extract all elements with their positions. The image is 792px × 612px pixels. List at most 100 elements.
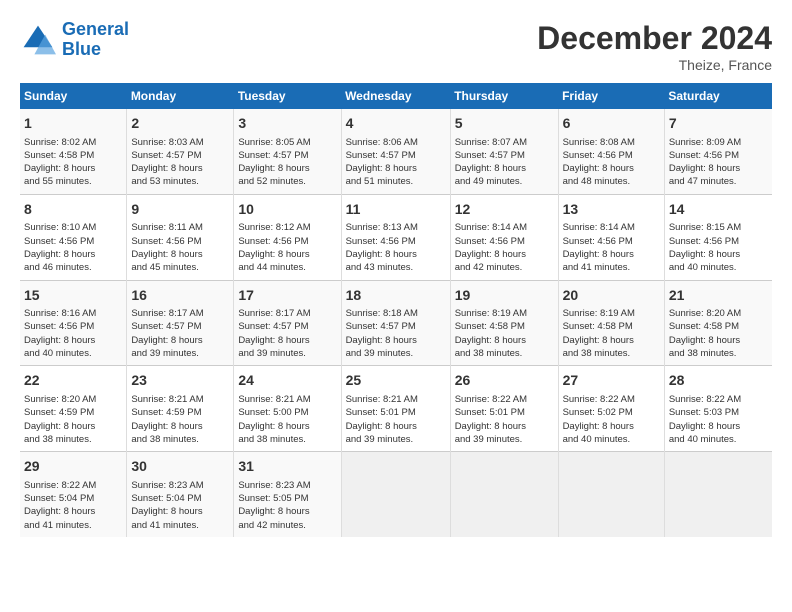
- calendar-day-cell: 22Sunrise: 8:20 AM Sunset: 4:59 PM Dayli…: [20, 366, 127, 452]
- day-info: Sunrise: 8:17 AM Sunset: 4:57 PM Dayligh…: [131, 307, 229, 360]
- day-number: 8: [24, 200, 122, 220]
- day-info: Sunrise: 8:23 AM Sunset: 5:05 PM Dayligh…: [238, 479, 336, 532]
- calendar-day-cell: 8Sunrise: 8:10 AM Sunset: 4:56 PM Daylig…: [20, 194, 127, 280]
- location: Theize, France: [537, 57, 772, 73]
- day-number: 10: [238, 200, 336, 220]
- calendar-header-row: SundayMondayTuesdayWednesdayThursdayFrid…: [20, 83, 772, 109]
- day-info: Sunrise: 8:22 AM Sunset: 5:02 PM Dayligh…: [563, 393, 660, 446]
- day-number: 31: [238, 457, 336, 477]
- title-block: December 2024 Theize, France: [537, 20, 772, 73]
- day-number: 15: [24, 286, 122, 306]
- calendar-week-row: 29Sunrise: 8:22 AM Sunset: 5:04 PM Dayli…: [20, 452, 772, 537]
- day-number: 13: [563, 200, 660, 220]
- day-info: Sunrise: 8:10 AM Sunset: 4:56 PM Dayligh…: [24, 221, 122, 274]
- day-info: Sunrise: 8:02 AM Sunset: 4:58 PM Dayligh…: [24, 136, 122, 189]
- calendar-day-cell: 30Sunrise: 8:23 AM Sunset: 5:04 PM Dayli…: [127, 452, 234, 537]
- logo-line1: General: [62, 19, 129, 39]
- day-info: Sunrise: 8:21 AM Sunset: 5:00 PM Dayligh…: [238, 393, 336, 446]
- day-info: Sunrise: 8:19 AM Sunset: 4:58 PM Dayligh…: [563, 307, 660, 360]
- calendar-day-cell: 10Sunrise: 8:12 AM Sunset: 4:56 PM Dayli…: [234, 194, 341, 280]
- day-of-week-header: Sunday: [20, 83, 127, 109]
- calendar-day-cell: 5Sunrise: 8:07 AM Sunset: 4:57 PM Daylig…: [450, 109, 558, 194]
- day-info: Sunrise: 8:14 AM Sunset: 4:56 PM Dayligh…: [455, 221, 554, 274]
- logo-text: General Blue: [62, 20, 129, 60]
- calendar-day-cell: 19Sunrise: 8:19 AM Sunset: 4:58 PM Dayli…: [450, 280, 558, 366]
- logo: General Blue: [20, 20, 129, 60]
- calendar-day-cell: 6Sunrise: 8:08 AM Sunset: 4:56 PM Daylig…: [558, 109, 664, 194]
- day-info: Sunrise: 8:20 AM Sunset: 4:59 PM Dayligh…: [24, 393, 122, 446]
- day-number: 22: [24, 371, 122, 391]
- day-info: Sunrise: 8:07 AM Sunset: 4:57 PM Dayligh…: [455, 136, 554, 189]
- day-info: Sunrise: 8:18 AM Sunset: 4:57 PM Dayligh…: [346, 307, 446, 360]
- day-number: 18: [346, 286, 446, 306]
- day-number: 24: [238, 371, 336, 391]
- day-info: Sunrise: 8:21 AM Sunset: 5:01 PM Dayligh…: [346, 393, 446, 446]
- day-number: 23: [131, 371, 229, 391]
- calendar-day-cell: 26Sunrise: 8:22 AM Sunset: 5:01 PM Dayli…: [450, 366, 558, 452]
- day-info: Sunrise: 8:12 AM Sunset: 4:56 PM Dayligh…: [238, 221, 336, 274]
- calendar-day-cell: 14Sunrise: 8:15 AM Sunset: 4:56 PM Dayli…: [664, 194, 772, 280]
- calendar-table: SundayMondayTuesdayWednesdayThursdayFrid…: [20, 83, 772, 537]
- day-number: 9: [131, 200, 229, 220]
- day-number: 6: [563, 114, 660, 134]
- day-number: 17: [238, 286, 336, 306]
- day-number: 27: [563, 371, 660, 391]
- calendar-day-cell: 13Sunrise: 8:14 AM Sunset: 4:56 PM Dayli…: [558, 194, 664, 280]
- calendar-day-cell: 15Sunrise: 8:16 AM Sunset: 4:56 PM Dayli…: [20, 280, 127, 366]
- logo-line2: Blue: [62, 39, 101, 59]
- month-title: December 2024: [537, 20, 772, 57]
- calendar-week-row: 15Sunrise: 8:16 AM Sunset: 4:56 PM Dayli…: [20, 280, 772, 366]
- calendar-day-cell: 20Sunrise: 8:19 AM Sunset: 4:58 PM Dayli…: [558, 280, 664, 366]
- day-number: 14: [669, 200, 768, 220]
- day-number: 1: [24, 114, 122, 134]
- day-info: Sunrise: 8:16 AM Sunset: 4:56 PM Dayligh…: [24, 307, 122, 360]
- calendar-day-cell: [450, 452, 558, 537]
- day-info: Sunrise: 8:09 AM Sunset: 4:56 PM Dayligh…: [669, 136, 768, 189]
- day-of-week-header: Tuesday: [234, 83, 341, 109]
- day-of-week-header: Thursday: [450, 83, 558, 109]
- day-info: Sunrise: 8:22 AM Sunset: 5:01 PM Dayligh…: [455, 393, 554, 446]
- calendar-day-cell: 29Sunrise: 8:22 AM Sunset: 5:04 PM Dayli…: [20, 452, 127, 537]
- calendar-day-cell: 25Sunrise: 8:21 AM Sunset: 5:01 PM Dayli…: [341, 366, 450, 452]
- calendar-day-cell: 12Sunrise: 8:14 AM Sunset: 4:56 PM Dayli…: [450, 194, 558, 280]
- day-info: Sunrise: 8:03 AM Sunset: 4:57 PM Dayligh…: [131, 136, 229, 189]
- calendar-day-cell: 11Sunrise: 8:13 AM Sunset: 4:56 PM Dayli…: [341, 194, 450, 280]
- day-number: 29: [24, 457, 122, 477]
- logo-icon: [20, 22, 56, 58]
- day-number: 28: [669, 371, 768, 391]
- day-info: Sunrise: 8:08 AM Sunset: 4:56 PM Dayligh…: [563, 136, 660, 189]
- calendar-week-row: 8Sunrise: 8:10 AM Sunset: 4:56 PM Daylig…: [20, 194, 772, 280]
- calendar-day-cell: 3Sunrise: 8:05 AM Sunset: 4:57 PM Daylig…: [234, 109, 341, 194]
- calendar-day-cell: [341, 452, 450, 537]
- day-number: 11: [346, 200, 446, 220]
- day-number: 3: [238, 114, 336, 134]
- calendar-day-cell: 21Sunrise: 8:20 AM Sunset: 4:58 PM Dayli…: [664, 280, 772, 366]
- day-of-week-header: Monday: [127, 83, 234, 109]
- day-info: Sunrise: 8:15 AM Sunset: 4:56 PM Dayligh…: [669, 221, 768, 274]
- calendar-day-cell: 24Sunrise: 8:21 AM Sunset: 5:00 PM Dayli…: [234, 366, 341, 452]
- calendar-day-cell: 1Sunrise: 8:02 AM Sunset: 4:58 PM Daylig…: [20, 109, 127, 194]
- page-header: General Blue December 2024 Theize, Franc…: [20, 20, 772, 73]
- day-number: 2: [131, 114, 229, 134]
- day-number: 19: [455, 286, 554, 306]
- calendar-day-cell: 7Sunrise: 8:09 AM Sunset: 4:56 PM Daylig…: [664, 109, 772, 194]
- day-of-week-header: Wednesday: [341, 83, 450, 109]
- day-info: Sunrise: 8:20 AM Sunset: 4:58 PM Dayligh…: [669, 307, 768, 360]
- day-number: 4: [346, 114, 446, 134]
- calendar-day-cell: 31Sunrise: 8:23 AM Sunset: 5:05 PM Dayli…: [234, 452, 341, 537]
- calendar-day-cell: 27Sunrise: 8:22 AM Sunset: 5:02 PM Dayli…: [558, 366, 664, 452]
- day-info: Sunrise: 8:13 AM Sunset: 4:56 PM Dayligh…: [346, 221, 446, 274]
- day-info: Sunrise: 8:11 AM Sunset: 4:56 PM Dayligh…: [131, 221, 229, 274]
- day-of-week-header: Saturday: [664, 83, 772, 109]
- calendar-day-cell: 16Sunrise: 8:17 AM Sunset: 4:57 PM Dayli…: [127, 280, 234, 366]
- day-info: Sunrise: 8:17 AM Sunset: 4:57 PM Dayligh…: [238, 307, 336, 360]
- day-info: Sunrise: 8:22 AM Sunset: 5:03 PM Dayligh…: [669, 393, 768, 446]
- day-info: Sunrise: 8:14 AM Sunset: 4:56 PM Dayligh…: [563, 221, 660, 274]
- calendar-week-row: 1Sunrise: 8:02 AM Sunset: 4:58 PM Daylig…: [20, 109, 772, 194]
- day-info: Sunrise: 8:21 AM Sunset: 4:59 PM Dayligh…: [131, 393, 229, 446]
- calendar-day-cell: 28Sunrise: 8:22 AM Sunset: 5:03 PM Dayli…: [664, 366, 772, 452]
- calendar-day-cell: 9Sunrise: 8:11 AM Sunset: 4:56 PM Daylig…: [127, 194, 234, 280]
- day-number: 25: [346, 371, 446, 391]
- day-number: 26: [455, 371, 554, 391]
- calendar-body: 1Sunrise: 8:02 AM Sunset: 4:58 PM Daylig…: [20, 109, 772, 537]
